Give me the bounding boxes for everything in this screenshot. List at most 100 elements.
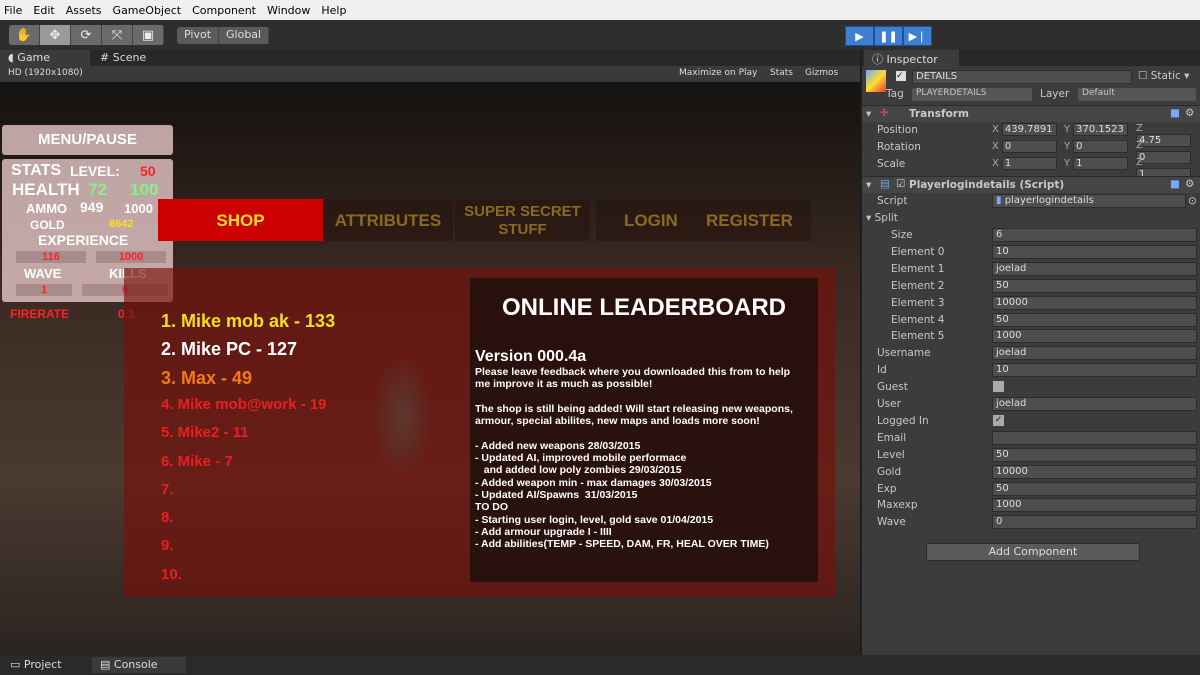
- menu-edit[interactable]: Edit: [33, 4, 54, 17]
- transform-icon: ✛: [880, 107, 889, 119]
- score-entry: 2. Mike PC - 127: [161, 339, 298, 360]
- tab-inspector[interactable]: ⓘ Inspector: [864, 50, 959, 66]
- toolbar: ✋ ✥ ⟳ ⤧ ▣ Pivot Global ▶ ❚❚ ▶❘: [0, 20, 1200, 50]
- pause-icon[interactable]: ❚❚: [874, 26, 903, 46]
- leaderboard-line: The shop is still being added! Will star…: [475, 402, 793, 415]
- checkbox[interactable]: [993, 381, 1004, 393]
- menu-pause-button[interactable]: MENU/PAUSE: [2, 125, 173, 155]
- field-element-1: Element 1 joelad: [862, 261, 1200, 278]
- gear-icon[interactable]: ⚙: [1185, 107, 1194, 119]
- position-x-field[interactable]: 439.7891: [1001, 123, 1057, 136]
- tag-dropdown[interactable]: PLAYERDETAILS: [912, 88, 1032, 101]
- inspector-panel: ⓘ Inspector ✓ DETAILS ☐ Static ▾ Tag PLA…: [862, 50, 1200, 655]
- menu-file[interactable]: File: [4, 4, 22, 17]
- name-field[interactable]: DETAILS: [912, 70, 1132, 84]
- score-entry: 5. Mike2 - 11: [161, 424, 249, 442]
- maximize-on-play-button[interactable]: Maximize on Play: [679, 68, 757, 78]
- gameobject-icon: [866, 70, 886, 92]
- score-entry: 9.: [161, 537, 174, 555]
- position-y-field[interactable]: 370.1523: [1073, 123, 1129, 136]
- menu-help[interactable]: Help: [321, 4, 346, 17]
- leaderboard-line: Please leave feedback where you download…: [475, 366, 791, 378]
- split-foldout[interactable]: ▾ Split: [866, 212, 898, 224]
- nav-attributes[interactable]: ATTRIBUTES: [323, 199, 453, 241]
- field-level: Level 50: [862, 447, 1200, 464]
- nav-register[interactable]: REGISTER: [706, 211, 793, 231]
- resolution-dropdown[interactable]: HD (1920x1080): [8, 68, 83, 78]
- menu-component[interactable]: Component: [192, 4, 256, 17]
- move-icon[interactable]: ✥: [40, 25, 71, 45]
- score-entry: 3. Max - 49: [161, 367, 253, 388]
- play-icon[interactable]: ▶: [845, 26, 874, 46]
- tab-project[interactable]: ▭ Project: [2, 657, 70, 673]
- score-entry: 1. Mike mob ak - 133: [161, 311, 336, 331]
- gizmos-button[interactable]: Gizmos: [805, 68, 838, 78]
- help-icon[interactable]: ■: [1170, 107, 1180, 119]
- leaderboard-line: me improve it as much as possible!: [475, 378, 653, 391]
- field-element-4: Element 4 50: [862, 312, 1200, 329]
- menu-bar: File Edit Assets GameObject Component Window H…: [0, 0, 1200, 20]
- rotate-icon[interactable]: ⟳: [71, 25, 102, 45]
- nav-login[interactable]: LOGIN: [624, 211, 678, 231]
- tab-game[interactable]: ◖ Game: [0, 50, 90, 66]
- info-icon: ⓘ: [872, 53, 887, 66]
- script-icon: ▤: [880, 178, 890, 190]
- tab-console[interactable]: ▤ Console: [92, 657, 186, 673]
- menu-window[interactable]: Window: [267, 4, 310, 17]
- script-field[interactable]: ▮ playerlogindetails: [992, 194, 1186, 208]
- rotation-x-field[interactable]: 0: [1001, 140, 1057, 153]
- menu-gameobject[interactable]: GameObject: [113, 4, 182, 17]
- file-icon: ▮: [996, 195, 1002, 206]
- leaderboard-line: - Added new weapons 28/03/2015: [475, 439, 641, 452]
- scale-x-field[interactable]: 1: [1001, 157, 1057, 170]
- score-entry: 10.: [161, 565, 182, 583]
- scale-icon[interactable]: ⤧: [102, 25, 133, 45]
- step-icon[interactable]: ▶❘: [903, 26, 932, 46]
- field-id: Id 10: [862, 362, 1200, 379]
- leaderboard-line: - Added weapon min - max damages 30/03/2…: [475, 476, 712, 489]
- stats-button[interactable]: Stats: [770, 68, 793, 78]
- pivot-button[interactable]: Pivot: [177, 27, 220, 44]
- scale-y-field[interactable]: 1: [1073, 157, 1129, 170]
- leaderboard-line: - Add armour upgrade I - IIII: [475, 525, 612, 538]
- field-element-5: Element 5 1000: [862, 328, 1200, 345]
- game-icon: ◖: [8, 51, 18, 64]
- leaderboard-line: - Add abilities(TEMP - SPEED, DAM, FR, H…: [475, 538, 769, 551]
- field-element-0: Element 0 10: [862, 244, 1200, 261]
- add-component-button[interactable]: Add Component: [926, 543, 1140, 561]
- score-entry: 7.: [161, 480, 174, 498]
- global-button[interactable]: Global: [219, 27, 270, 44]
- grid-icon: #: [100, 51, 113, 64]
- object-picker-icon[interactable]: ⊙: [1188, 195, 1197, 207]
- leaderboard-line: - Starting user login, level, gold save …: [475, 513, 714, 526]
- script-component-header[interactable]: ▾ ▤ ☑ Playerlogindetails (Script) ■ ⚙: [862, 176, 1200, 193]
- field-email: Email: [862, 430, 1200, 447]
- checkbox[interactable]: ✓: [993, 414, 1004, 426]
- nav-super-secret-stuff[interactable]: SUPER SECRET STUFF: [455, 199, 590, 241]
- transform-scale: Scale X 1 Y 1 Z1: [862, 156, 1200, 181]
- transform-header[interactable]: ▾ ✛ Transform ■ ⚙: [862, 105, 1200, 122]
- leaderboard-line: armour, special abilites, new maps and l…: [475, 415, 760, 428]
- field-guest: Guest: [862, 379, 1200, 396]
- game-view[interactable]: MENU/PAUSE STATS LEVEL: 50 HEALTH 72 100…: [0, 82, 860, 655]
- rotation-y-field[interactable]: 0: [1073, 140, 1129, 153]
- leaderboard-line: TO DO: [475, 501, 509, 514]
- field-element-2: Element 2 50: [862, 278, 1200, 295]
- layer-dropdown[interactable]: Default: [1078, 88, 1196, 101]
- nav-shop[interactable]: SHOP: [158, 199, 323, 241]
- console-icon: ▤: [100, 658, 114, 671]
- player-character: [372, 352, 432, 482]
- hand-icon[interactable]: ✋: [9, 25, 40, 45]
- static-checkbox[interactable]: ☐ Static ▾: [1138, 70, 1189, 82]
- component-enabled-checkbox[interactable]: ☑: [896, 178, 905, 190]
- leaderboard-line: - Updated AI/Spawns 31/03/2015: [475, 489, 638, 501]
- help-icon[interactable]: ■: [1170, 178, 1180, 190]
- field-element-3: Element 3 10000: [862, 295, 1200, 312]
- score-entry: 6. Mike - 7: [161, 452, 233, 470]
- active-checkbox[interactable]: ✓: [896, 71, 906, 81]
- menu-assets[interactable]: Assets: [66, 4, 102, 17]
- folder-icon: ▭: [10, 658, 24, 671]
- tab-scene[interactable]: # Scene: [92, 50, 154, 66]
- rect-icon[interactable]: ▣: [133, 25, 164, 45]
- gear-icon[interactable]: ⚙: [1185, 178, 1194, 190]
